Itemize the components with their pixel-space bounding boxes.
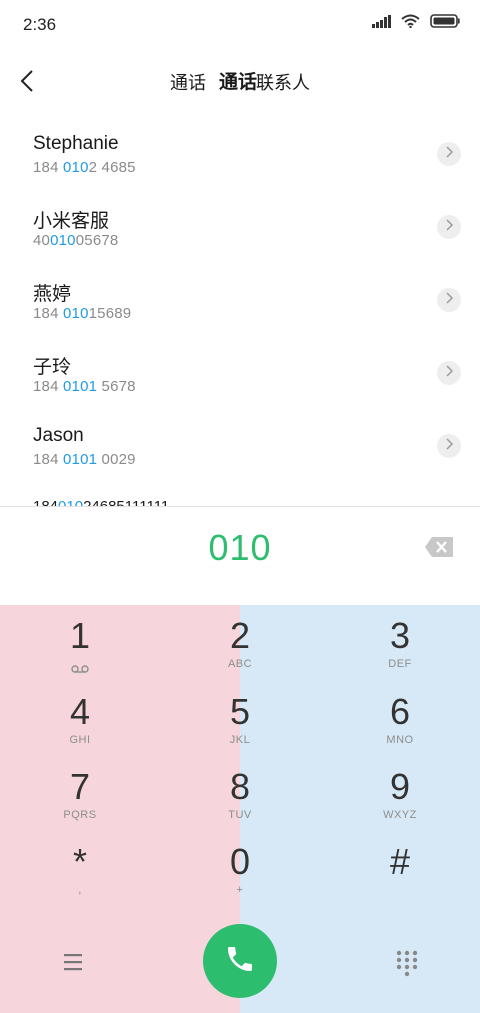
contact-name: Stephanie: [33, 133, 119, 154]
key-hash[interactable]: #: [320, 831, 480, 906]
voicemail-icon: [71, 660, 89, 678]
chevron-right-icon: [445, 218, 454, 236]
contact-row[interactable]: 小米客服 4001005678: [0, 191, 480, 264]
dialed-number[interactable]: 010: [0, 527, 480, 569]
chevron-right-icon: [445, 145, 454, 163]
key-3[interactable]: 3 DEF: [320, 605, 480, 680]
contact-list: Stephanie 184 0102 4685 小米客服 4001005678 …: [0, 118, 480, 506]
contact-name: 燕婷: [33, 284, 72, 305]
key-star[interactable]: * ,: [0, 831, 160, 906]
backspace-button[interactable]: [424, 536, 454, 558]
menu-icon: [60, 954, 86, 979]
header: 通话 联系人 通话: [0, 60, 480, 106]
dialpad-toggle-button[interactable]: [395, 949, 419, 977]
status-icons: [372, 14, 460, 28]
signal-icon: [372, 14, 391, 28]
contact-row[interactable]: Jason 184 0101 0029: [0, 410, 480, 483]
contact-number: 4001005678: [33, 232, 119, 249]
key-2[interactable]: 2 ABC: [160, 605, 320, 680]
key-6[interactable]: 6 MNO: [320, 681, 480, 756]
key-5[interactable]: 5 JKL: [160, 681, 320, 756]
status-bar: 2:36: [0, 0, 480, 52]
key-1[interactable]: 1: [0, 605, 160, 680]
key-0[interactable]: 0 +: [160, 831, 320, 906]
contact-row[interactable]: 燕婷 184 01015689: [0, 264, 480, 337]
contact-row-partial[interactable]: 18401024685111111: [33, 498, 169, 506]
dialer-action-bar: [0, 915, 480, 1013]
contact-row[interactable]: Stephanie 184 0102 4685: [0, 118, 480, 191]
contact-name: 小米客服: [33, 211, 110, 232]
dialer-screen: 2:36 通话 联系人 通话 Stephanie 184 0102 4685 小…: [0, 0, 480, 1013]
menu-button[interactable]: [60, 949, 86, 975]
contact-name: Jason: [33, 425, 84, 446]
contact-number: 184 0101 0029: [33, 451, 136, 468]
number-display: 010: [0, 507, 480, 605]
chevron-right-icon: [445, 364, 454, 382]
key-4[interactable]: 4 GHI: [0, 681, 160, 756]
contact-detail-button[interactable]: [437, 361, 461, 385]
dial-keypad: 1 2 ABC 3 DEF 4 GHI 5 JKL 6 MNO 7 PQRS 8…: [0, 605, 480, 1013]
dialpad-grid-icon: [395, 950, 419, 981]
contact-detail-button[interactable]: [437, 142, 461, 166]
contact-detail-button[interactable]: [437, 215, 461, 239]
call-button[interactable]: [203, 924, 277, 998]
contact-detail-button[interactable]: [437, 288, 461, 312]
contact-row[interactable]: 子玲 184 0101 5678: [0, 337, 480, 410]
tab-calls-active[interactable]: 通话: [219, 70, 257, 96]
key-8[interactable]: 8 TUV: [160, 756, 320, 831]
key-7[interactable]: 7 PQRS: [0, 756, 160, 831]
tab-calls[interactable]: 通话: [170, 70, 206, 96]
chevron-right-icon: [445, 291, 454, 309]
phone-icon: [224, 943, 256, 980]
tab-bar: 通话 联系人 通话: [0, 70, 480, 96]
battery-icon: [430, 14, 460, 28]
status-time: 2:36: [23, 15, 57, 34]
chevron-right-icon: [445, 437, 454, 455]
tab-contacts[interactable]: 联系人: [256, 70, 310, 96]
key-9[interactable]: 9 WXYZ: [320, 756, 480, 831]
contact-number: 184 01015689: [33, 305, 132, 322]
backspace-icon: [424, 537, 454, 562]
contact-name: 子玲: [33, 357, 72, 378]
contact-number: 184 0101 5678: [33, 378, 136, 395]
contact-number: 184 0102 4685: [33, 159, 136, 176]
wifi-icon: [401, 14, 420, 28]
contact-detail-button[interactable]: [437, 434, 461, 458]
